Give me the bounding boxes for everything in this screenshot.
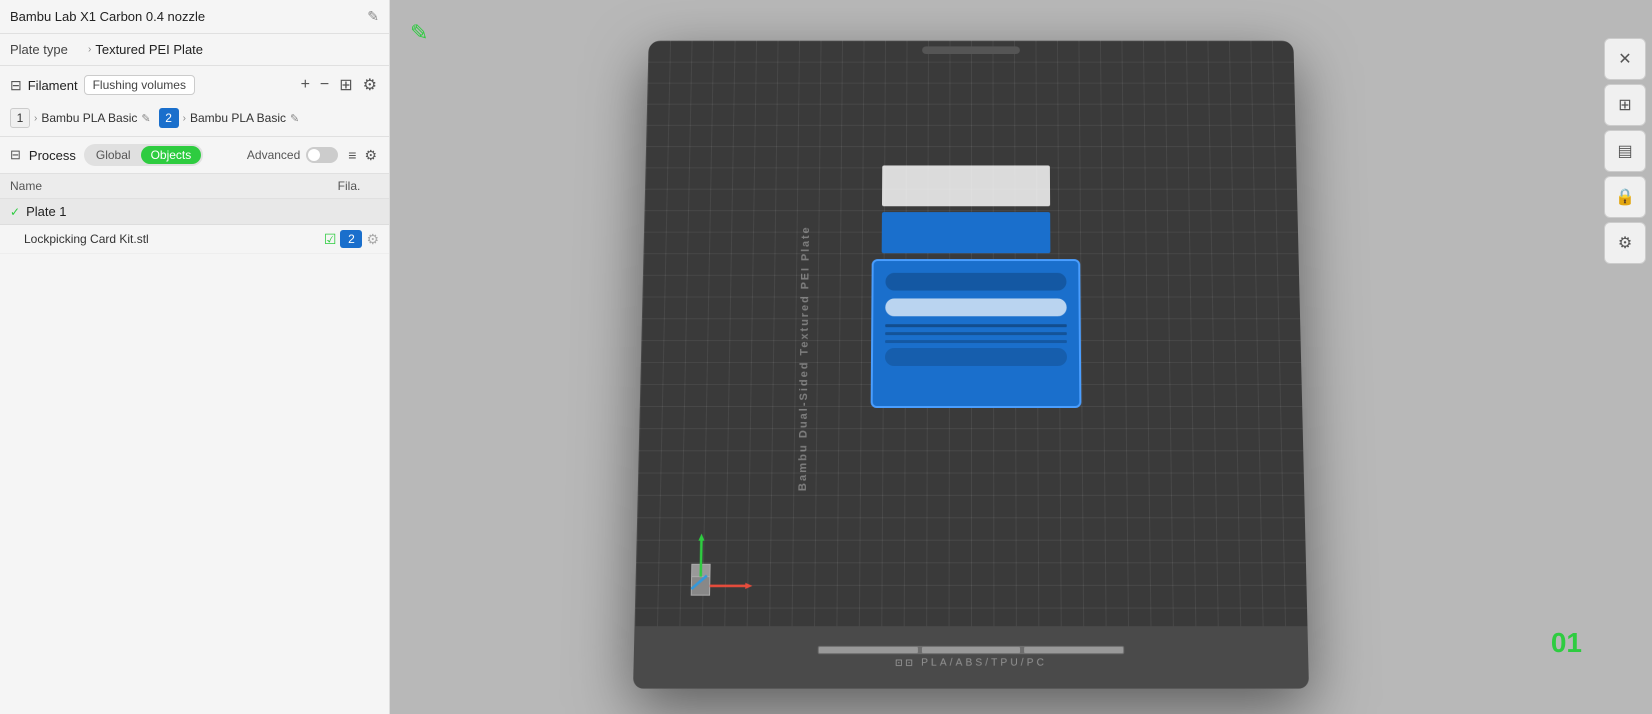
slot-2-edit-icon[interactable]: ✎ — [290, 112, 299, 125]
filament-actions: + − ⊞ ⚙ — [299, 73, 379, 97]
plate-canvas: Bambu Dual-Sided Textured PEI Plate — [450, 20, 1492, 694]
layout-tool-button[interactable]: ⊞ — [1604, 84, 1646, 126]
right-toolbar: ✕ ⊞ ▤ 🔒 ⚙ — [1596, 30, 1652, 272]
plate-row-name: Plate 1 — [26, 204, 66, 219]
left-panel: Bambu Lab X1 Carbon 0.4 nozzle ✎ Plate t… — [0, 0, 390, 714]
print-objects — [871, 165, 1082, 408]
slot-2-name[interactable]: Bambu PLA Basic — [190, 111, 286, 125]
object-row-actions: ☑ 2 ⚙ — [324, 230, 379, 248]
filament-section: ⊟ Filament Flushing volumes + − ⊞ ⚙ 1 › … — [0, 66, 389, 137]
plate-type-label: Plate type — [10, 42, 80, 57]
slot-2-arrow: › — [183, 113, 186, 124]
toggle-knob — [308, 149, 320, 161]
close-tool-button[interactable]: ✕ — [1604, 38, 1646, 80]
object-list-section: Name Fila. ✓ Plate 1 Lockpicking Card Ki… — [0, 174, 389, 714]
table-row[interactable]: Lockpicking Card Kit.stl ☑ 2 ⚙ — [0, 225, 389, 254]
process-section: ⊟ Process Global Objects Advanced ≡ ⚙ — [0, 137, 389, 174]
filament-slot-2: 2 › Bambu PLA Basic ✎ — [159, 108, 300, 128]
printer-edit-icon[interactable]: ✎ — [367, 8, 379, 25]
print-blue-rect — [882, 212, 1051, 253]
filament-header: ⊟ Filament Flushing volumes + − ⊞ ⚙ — [0, 66, 389, 104]
axis-widget — [686, 531, 758, 606]
print-white-rect — [882, 165, 1050, 206]
process-icon: ⊟ — [10, 147, 21, 163]
plate-type-selector[interactable]: › Textured PEI Plate — [88, 42, 203, 57]
plate-bottom-text: PLA/ABS/TPU/PC — [921, 657, 1047, 668]
slot-1-name[interactable]: Bambu PLA Basic — [41, 111, 137, 125]
process-settings-btn[interactable]: ⚙ — [362, 145, 379, 166]
process-tab-group: Global Objects — [84, 144, 203, 166]
tab-objects[interactable]: Objects — [141, 146, 202, 164]
advanced-toggle[interactable] — [306, 147, 338, 163]
lock-tool-button[interactable]: 🔒 — [1604, 176, 1646, 218]
slot-number-2: 2 — [159, 108, 179, 128]
plate-type-value: Textured PEI Plate — [95, 42, 203, 57]
process-title: Process — [29, 148, 76, 163]
plate-check-icon: ✓ — [10, 205, 20, 219]
plate-number: 01 — [1551, 627, 1582, 659]
plate-3d: Bambu Dual-Sided Textured PEI Plate — [633, 41, 1309, 689]
remove-filament-button[interactable]: − — [318, 74, 331, 96]
printer-header: Bambu Lab X1 Carbon 0.4 nozzle ✎ — [0, 0, 389, 34]
plate-row[interactable]: ✓ Plate 1 — [0, 199, 389, 225]
process-list-btn[interactable]: ≡ — [346, 145, 358, 165]
object-slot-badge[interactable]: 2 — [340, 230, 362, 248]
advanced-label: Advanced — [247, 148, 300, 162]
viewport-edit-icon[interactable]: ✎ — [410, 20, 428, 46]
filament-slots: 1 › Bambu PLA Basic ✎ 2 › Bambu PLA Basi… — [0, 104, 389, 136]
plate-top-bar — [922, 46, 1020, 54]
add-filament-button[interactable]: + — [299, 74, 312, 96]
settings-tool-button[interactable]: ⚙ — [1604, 222, 1646, 264]
plate-type-arrow: › — [88, 44, 91, 55]
filament-slot-1: 1 › Bambu PLA Basic ✎ — [10, 108, 151, 128]
slot-number-1: 1 — [10, 108, 30, 128]
filament-sync-button[interactable]: ⊞ — [337, 73, 354, 97]
tab-global[interactable]: Global — [86, 146, 141, 164]
inner-details — [885, 273, 1067, 372]
filament-settings-button[interactable]: ⚙ — [361, 73, 379, 97]
filament-icon: ⊟ — [10, 77, 22, 94]
slot-1-arrow: › — [34, 113, 37, 124]
object-list-header: Name Fila. — [0, 174, 389, 199]
print-main-object — [871, 259, 1082, 408]
object-name: Lockpicking Card Kit.stl — [24, 232, 324, 246]
filament-title: Filament — [28, 78, 78, 93]
slot-1-edit-icon[interactable]: ✎ — [141, 112, 150, 125]
process-header: ⊟ Process Global Objects Advanced ≡ ⚙ — [0, 137, 389, 173]
main-viewport: ✎ Bambu Dual-Sided Textured PEI Plate — [390, 0, 1652, 714]
flushing-volumes-button[interactable]: Flushing volumes — [84, 75, 195, 95]
plate-type-row: Plate type › Textured PEI Plate — [0, 34, 389, 66]
col-name-header: Name — [10, 179, 319, 193]
object-check-icon[interactable]: ☑ — [324, 231, 337, 248]
printer-name: Bambu Lab X1 Carbon 0.4 nozzle — [10, 9, 205, 24]
object-settings-icon[interactable]: ⚙ — [366, 231, 379, 248]
plate-bottom-section: ⊡ ⊡ PLA/ABS/TPU/PC — [633, 626, 1309, 688]
list-tool-button[interactable]: ▤ — [1604, 130, 1646, 172]
advanced-row: Advanced — [247, 147, 338, 163]
process-actions: ≡ ⚙ — [346, 145, 379, 166]
col-fila-header: Fila. — [319, 179, 379, 193]
